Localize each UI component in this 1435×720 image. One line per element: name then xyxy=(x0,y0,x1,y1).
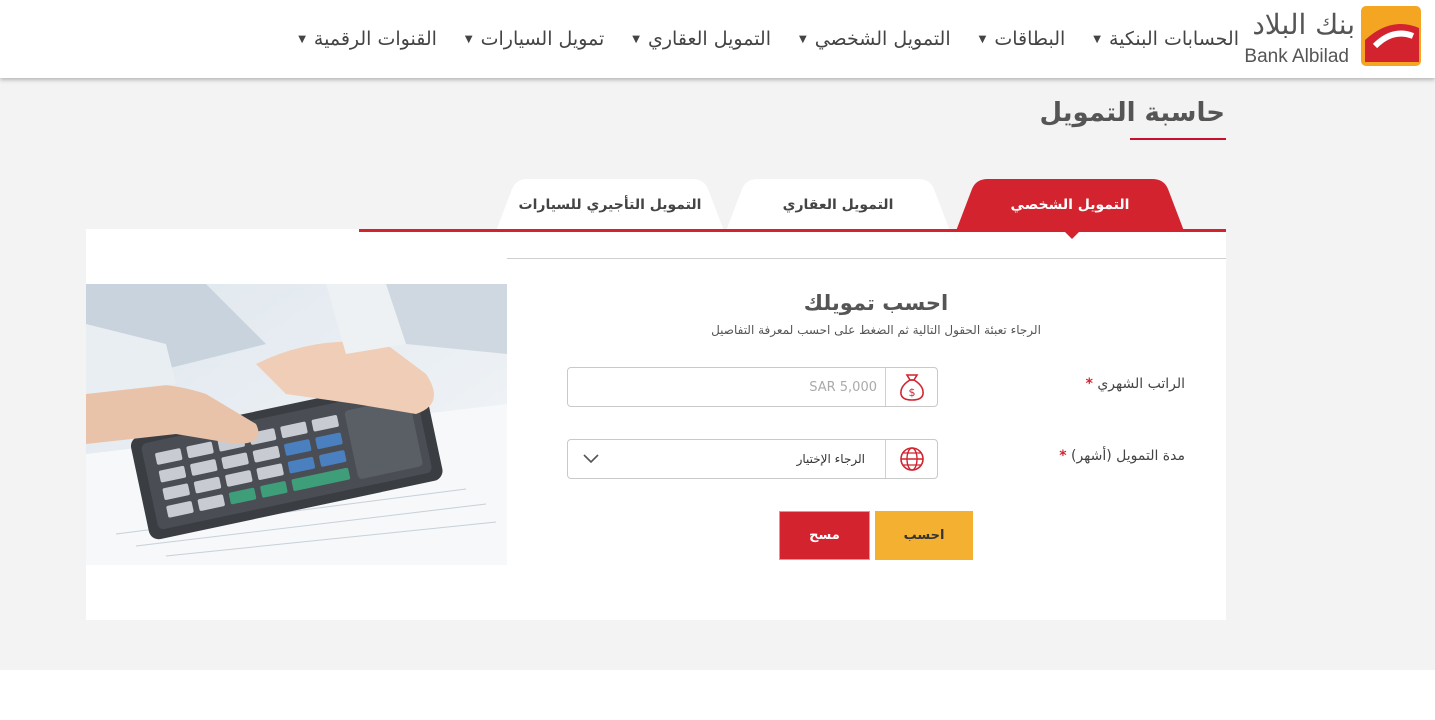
required-mark: * xyxy=(1085,376,1093,392)
nav-item-label: البطاقات xyxy=(994,28,1066,50)
caret-down-icon: ▼ xyxy=(978,33,987,45)
tab-real-estate-finance[interactable]: التمويل العقاري xyxy=(726,179,950,231)
nav-item-auto-finance[interactable]: تمويل السيارات ▼ xyxy=(465,28,604,50)
caret-down-icon: ▼ xyxy=(298,33,306,45)
nav-item-accounts[interactable]: الحسابات البنكية ▼ xyxy=(1093,28,1239,50)
calculator-photo xyxy=(86,284,507,565)
caret-down-icon: ▼ xyxy=(799,33,807,45)
clear-button[interactable]: مسح xyxy=(779,511,870,560)
page-title: حاسبة التمويل xyxy=(1039,98,1226,128)
money-bag-icon: $ xyxy=(885,368,937,406)
tabs-underline xyxy=(359,229,1226,232)
tab-personal-finance[interactable]: التمويل الشخصي xyxy=(956,179,1184,231)
globe-icon xyxy=(885,440,937,478)
tab-auto-lease-finance[interactable]: التمويل التأجيري للسيارات xyxy=(496,179,724,231)
nav-item-label: الحسابات البنكية xyxy=(1108,28,1239,50)
duration-label: مدة التمويل (أشهر) * xyxy=(1059,448,1185,464)
main-nav: الحسابات البنكية ▼ البطاقات ▼ التمويل ال… xyxy=(298,28,1239,50)
caret-down-icon: ▼ xyxy=(464,33,473,45)
title-underline xyxy=(1130,138,1226,140)
calculator-card: احسب تمويلك الرجاء تعبئة الحقول التالية … xyxy=(86,229,1226,620)
logo-mark-icon xyxy=(1361,6,1421,66)
form-divider xyxy=(507,258,1226,259)
logo-text-ar: بنك البلاد xyxy=(1252,8,1356,41)
required-mark: * xyxy=(1059,448,1067,464)
nav-item-label: التمويل العقاري xyxy=(648,28,771,50)
tab-label: التمويل التأجيري للسيارات xyxy=(518,197,702,213)
nav-item-personal-finance[interactable]: التمويل الشخصي ▼ xyxy=(799,28,951,50)
main-section: حاسبة التمويل احسب تمويلك الرجاء تعبئة ا… xyxy=(0,78,1435,670)
salary-field-group: $ xyxy=(567,367,938,407)
duration-select[interactable]: الرجاء الإختيار xyxy=(567,439,938,479)
chevron-down-icon xyxy=(583,454,599,464)
nav-item-digital-channels[interactable]: القنوات الرقمية ▼ xyxy=(298,28,437,50)
tab-label: التمويل الشخصي xyxy=(1010,197,1130,213)
duration-label-text: مدة التمويل (أشهر) xyxy=(1070,448,1185,464)
site-header: بنك البلاد Bank Albilad الحسابات البنكية… xyxy=(0,0,1435,78)
svg-text:$: $ xyxy=(908,386,915,399)
active-tab-pointer xyxy=(1065,232,1079,239)
form-title: احسب تمويلك xyxy=(803,291,949,315)
form-subtitle: الرجاء تعبئة الحقول التالية ثم الضغط على… xyxy=(711,323,1041,337)
salary-input[interactable] xyxy=(574,374,877,400)
tab-label: التمويل العقاري xyxy=(782,197,894,213)
logo-text-en: Bank Albilad xyxy=(1244,46,1349,67)
nav-item-label: تمويل السيارات xyxy=(480,28,605,50)
bank-logo[interactable]: بنك البلاد Bank Albilad xyxy=(1221,6,1421,68)
nav-item-cards[interactable]: البطاقات ▼ xyxy=(979,28,1066,50)
calculate-button[interactable]: احسب xyxy=(875,511,973,560)
finance-tabs: التمويل الشخصي التمويل العقاري التمويل ا… xyxy=(496,179,1226,231)
duration-selected-value: الرجاء الإختيار xyxy=(796,452,865,466)
caret-down-icon: ▼ xyxy=(1093,33,1101,45)
salary-label-text: الراتب الشهري xyxy=(1097,376,1185,392)
nav-item-label: القنوات الرقمية xyxy=(313,28,437,50)
nav-item-label: التمويل الشخصي xyxy=(814,28,951,50)
salary-label: الراتب الشهري * xyxy=(1086,376,1185,392)
nav-item-real-estate-finance[interactable]: التمويل العقاري ▼ xyxy=(632,28,771,50)
caret-down-icon: ▼ xyxy=(632,33,640,45)
